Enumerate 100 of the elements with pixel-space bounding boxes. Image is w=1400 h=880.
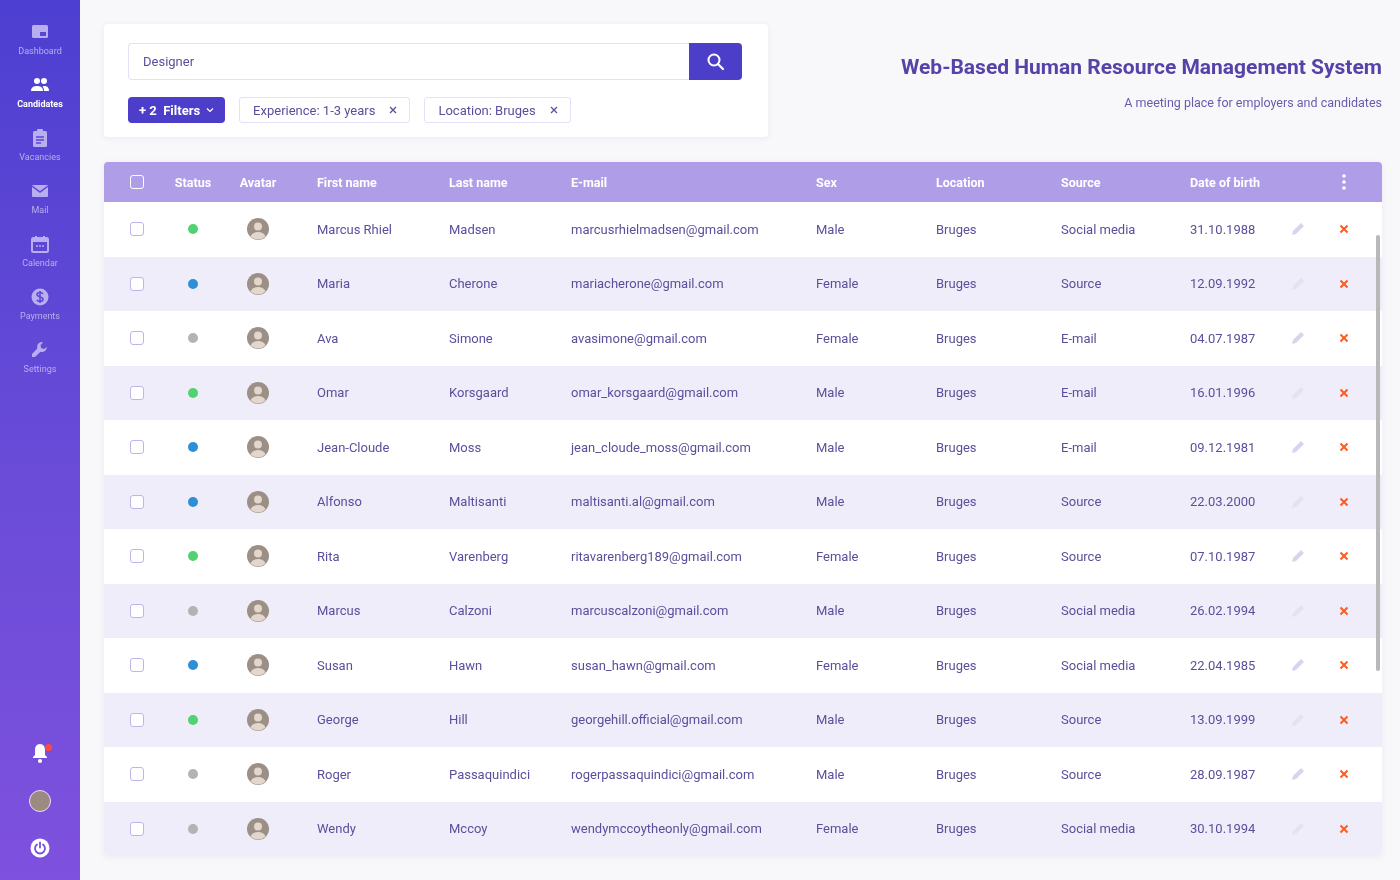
table-cell-text: Bruges	[935, 711, 978, 730]
filters-button[interactable]: + 2 Filters	[128, 97, 226, 123]
filter-chip[interactable]: Location: Bruges	[424, 97, 571, 123]
table-cell-text: Bruges	[935, 275, 978, 294]
delete-icon[interactable]	[1339, 496, 1349, 507]
table-cell-text: 04.07.1987	[1189, 329, 1257, 348]
close-icon[interactable]	[389, 106, 398, 114]
sidebar-item[interactable]: Candidates	[1, 75, 79, 109]
delete-icon[interactable]	[1339, 823, 1349, 834]
table-cell-text: omar_korsgaard@gmail.com	[570, 384, 740, 403]
checkbox[interactable]	[130, 658, 144, 673]
table-cell-text: Roger	[316, 765, 353, 784]
avatar-icon	[247, 327, 269, 350]
table-row[interactable]: Omar Korsgaard omar_korsgaard@gmail.com Male Bruges E-mail 16.01.1996	[104, 365, 1382, 420]
filter-chip[interactable]: Experience: 1-3 years	[239, 97, 411, 123]
delete-icon[interactable]	[1339, 605, 1349, 616]
table-cell-text: avasimone@gmail.com	[570, 329, 708, 348]
table-cell-text: 22.03.2000	[1189, 493, 1257, 512]
table-cell-text: 12.09.1992	[1189, 275, 1257, 294]
table-cell-text: marcusrhielmadsen@gmail.com	[570, 220, 760, 239]
sidebar-item[interactable]: Vacancies	[1, 128, 79, 162]
table-row[interactable]: Rita Varenberg ritavarenberg189@gmail.com Female Bruges Source 07.10.1987	[104, 529, 1382, 584]
delete-icon[interactable]	[1339, 278, 1349, 289]
checkbox[interactable]	[130, 440, 144, 455]
calendar-icon	[30, 234, 50, 254]
table-cell-text: 30.10.1994	[1189, 820, 1257, 839]
user-avatar[interactable]	[29, 790, 51, 812]
scrollbar[interactable]	[1376, 235, 1380, 671]
table-cell-text: Bruges	[935, 820, 978, 839]
checkbox[interactable]	[130, 494, 144, 509]
table-cell-text: Social media	[1060, 220, 1137, 239]
notification-bell-icon[interactable]	[30, 742, 50, 764]
checkbox[interactable]	[130, 331, 144, 346]
power-icon[interactable]	[30, 838, 50, 858]
table-row[interactable]: Marcus Rhiel Madsen marcusrhielmadsen@gmail.com Male Bruges Social media 31.10.1988	[104, 202, 1382, 257]
table-cell-text: Calzoni	[448, 602, 493, 621]
table-cell-text: Hawn	[448, 656, 484, 675]
table-cell-text: 09.12.1981	[1189, 438, 1257, 457]
table-row[interactable]: George Hill georgehill.official@gmail.com Male Bruges Source 13.09.1999	[104, 692, 1382, 747]
table-cell-text: rogerpassaquindici@gmail.com	[570, 765, 756, 784]
delete-icon[interactable]	[1339, 714, 1349, 725]
clipboard-icon	[30, 128, 50, 148]
table-row[interactable]: Ava Simone avasimone@gmail.com Female Bruges E-mail 04.07.1987	[104, 311, 1382, 366]
table-row[interactable]: Maria Cherone mariacherone@gmail.com Female Bruges Source 12.09.1992	[104, 256, 1382, 311]
delete-icon[interactable]	[1339, 224, 1349, 235]
delete-icon[interactable]	[1339, 333, 1349, 344]
delete-icon[interactable]	[1339, 442, 1349, 453]
checkbox[interactable]	[130, 276, 144, 291]
delete-icon[interactable]	[1339, 660, 1349, 671]
checkbox[interactable]	[130, 603, 144, 618]
more-options-icon[interactable]	[1342, 174, 1346, 190]
table-cell-text: Social media	[1060, 820, 1137, 839]
checkbox[interactable]	[130, 549, 144, 564]
pencil-icon[interactable]	[1290, 657, 1306, 674]
table-row[interactable]: Alfonso Maltisanti maltisanti.al@gmail.com Male Bruges Source 22.03.2000	[104, 474, 1382, 529]
pencil-icon[interactable]	[1290, 439, 1306, 456]
pencil-icon[interactable]	[1290, 548, 1306, 565]
table-cell-text: Source	[1060, 275, 1103, 294]
table-cell-text: Female	[815, 547, 860, 566]
pencil-icon[interactable]	[1290, 221, 1306, 238]
search-icon[interactable]	[706, 52, 725, 71]
delete-icon[interactable]	[1339, 769, 1349, 780]
table-cell-text: Female	[815, 329, 860, 348]
table-cell-text: Male	[815, 765, 846, 784]
pencil-icon[interactable]	[1290, 330, 1306, 347]
checkbox[interactable]	[130, 712, 144, 727]
table-row[interactable]: Marcus Calzoni marcuscalzoni@gmail.com Male Bruges Social media 26.02.1994	[104, 583, 1382, 638]
delete-icon[interactable]	[1339, 551, 1349, 562]
table-row[interactable]: Roger Passaquindici rogerpassaquindici@gmail.com Male Bruges Source 28.09.1987	[104, 747, 1382, 802]
search-field[interactable]: Designer	[128, 43, 689, 80]
table-row[interactable]: Jean-Cloude Moss jean_cloude_moss@gmail.com Male Bruges E-mail 09.12.1981	[104, 420, 1382, 475]
table-cell-text: wendymccoytheonly@gmail.com	[570, 820, 763, 839]
pencil-icon[interactable]	[1290, 766, 1306, 783]
table-row[interactable]: Susan Hawn susan_hawn@gmail.com Female Bruges Social media 22.04.1985	[104, 638, 1382, 693]
sidebar-item[interactable]: Dashboard	[1, 22, 79, 56]
sidebar-item[interactable]: Payments	[1, 287, 79, 321]
checkbox[interactable]	[130, 222, 144, 237]
sidebar-item[interactable]: Mail	[1, 181, 79, 215]
table-cell-text: maltisanti.al@gmail.com	[570, 493, 716, 512]
search-button[interactable]	[689, 43, 742, 80]
avatar-icon	[247, 817, 269, 840]
table-cell-text: Bruges	[935, 493, 978, 512]
delete-icon[interactable]	[1339, 387, 1349, 398]
checkbox[interactable]	[130, 767, 144, 782]
checkbox[interactable]	[130, 821, 144, 836]
table-cell-text: Simone	[448, 329, 494, 348]
table-cell-text: Female	[815, 275, 860, 294]
table-cell-text: Bruges	[935, 656, 978, 675]
table-cell-text: Bruges	[935, 765, 978, 784]
table-cell-text: E-mail	[1060, 438, 1098, 457]
table-cell-text: Male	[815, 384, 846, 403]
close-icon[interactable]	[549, 106, 558, 114]
table-row[interactable]: Wendy Mccoy wendymccoytheonly@gmail.com Female Bruges Social media 30.10.1994	[104, 801, 1382, 856]
table-cell-text: marcuscalzoni@gmail.com	[570, 602, 730, 621]
sidebar-item[interactable]: Calendar	[1, 234, 79, 268]
checkbox[interactable]	[130, 385, 144, 400]
table-cell-text: 28.09.1987	[1189, 765, 1257, 784]
table-cell-text: Male	[815, 438, 846, 457]
table-cell-text: Maltisanti	[448, 493, 508, 512]
caret-icon[interactable]	[206, 107, 215, 113]
